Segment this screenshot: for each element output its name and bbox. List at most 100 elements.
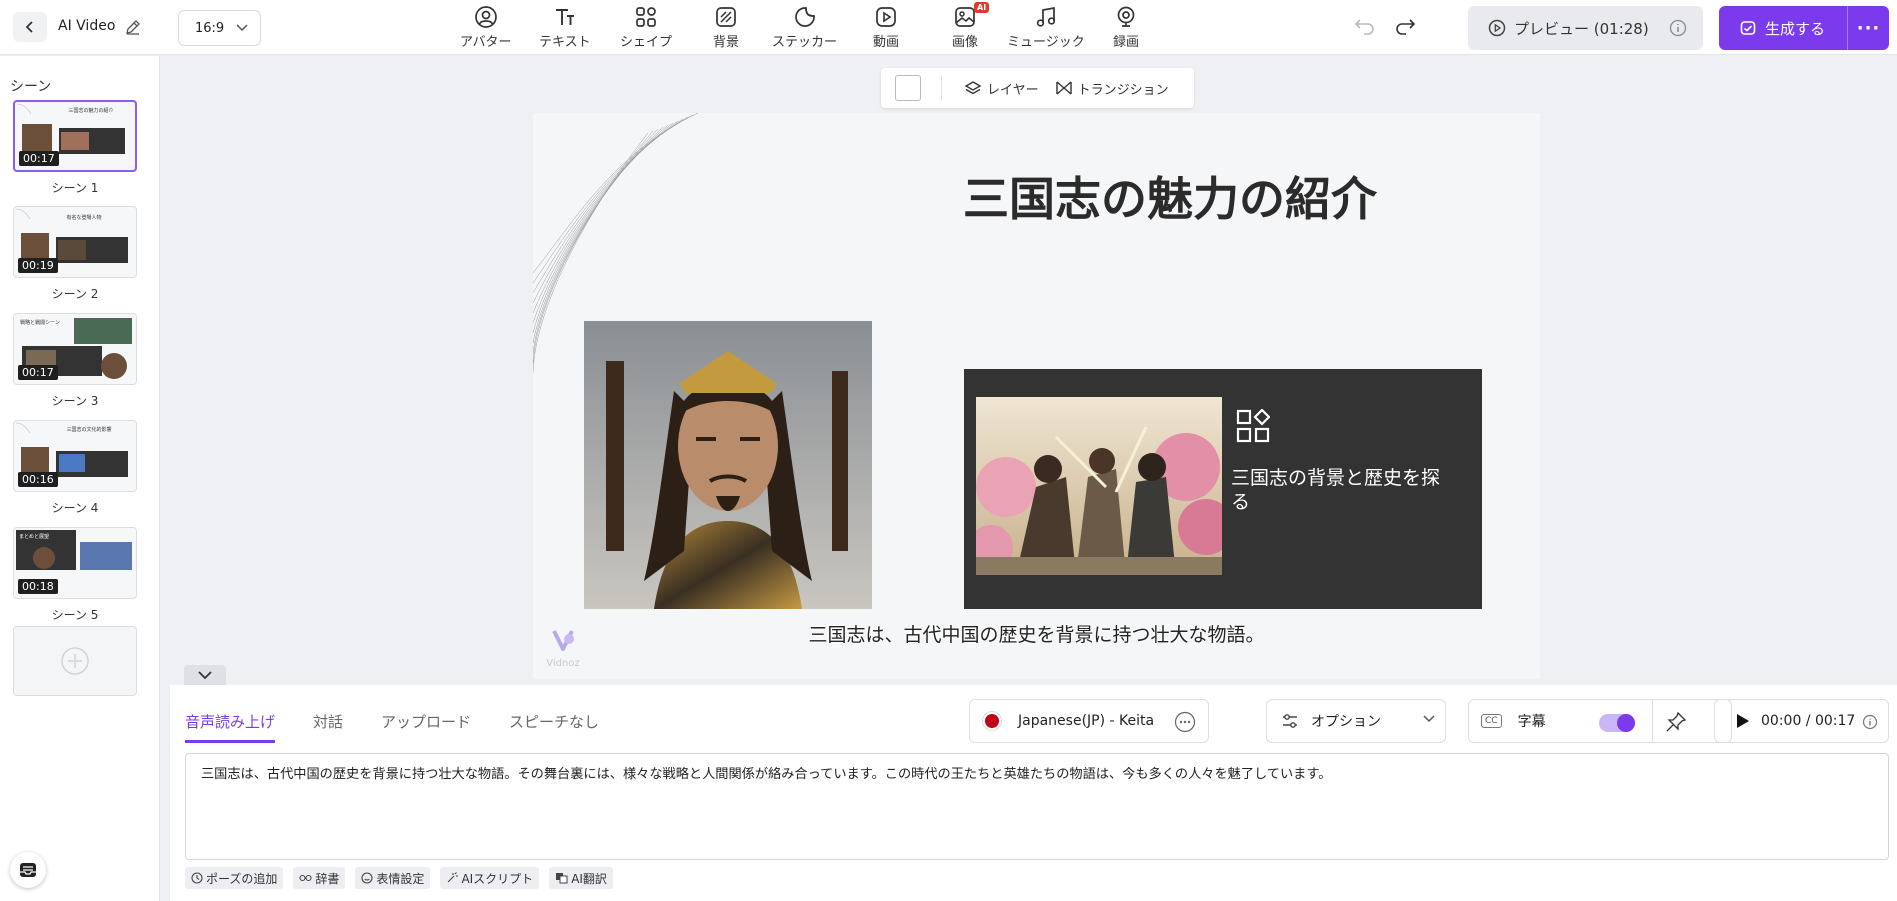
thumb-title: 有名な登場人物	[66, 214, 101, 221]
info-card[interactable]: 三国志の背景と歴史を探る	[964, 369, 1482, 609]
tool-label: アバター	[460, 35, 512, 50]
ai-script-icon	[448, 872, 459, 883]
scene-thumbnail: まとめと展望 00:18	[13, 527, 137, 599]
video-icon	[876, 7, 896, 27]
tool-label: 録画	[1113, 35, 1140, 50]
caption-label: 字幕	[1517, 714, 1546, 730]
scene-item-3[interactable]: 戦略と戦闘シーン 00:17 シーン 3	[13, 313, 137, 409]
background-color-picker[interactable]	[895, 75, 921, 101]
dictionary-button[interactable]: 辞書	[293, 867, 346, 889]
add-pause-button[interactable]: ポーズの追加	[185, 867, 284, 889]
sliders-icon	[1283, 714, 1297, 728]
inbox-icon	[20, 863, 36, 877]
play-icon[interactable]	[1733, 712, 1751, 730]
scene-name: シーン 3	[51, 394, 99, 408]
info-icon[interactable]	[1669, 19, 1687, 37]
back-button[interactable]	[13, 12, 47, 42]
redo-icon[interactable]	[1392, 14, 1418, 40]
grid-shapes-icon	[1236, 409, 1270, 443]
scene-name: シーン 4	[51, 501, 99, 515]
chevron-left-icon	[25, 21, 33, 33]
tool-text[interactable]: テキスト	[539, 4, 591, 50]
aspect-ratio-select[interactable]: 16:9	[178, 10, 261, 46]
avatar-portrait-image[interactable]	[584, 321, 872, 609]
chevron-down-icon	[1423, 715, 1435, 723]
transition-button[interactable]: トランジション	[1055, 79, 1169, 98]
voice-select[interactable]: Japanese(JP) - Keita	[969, 699, 1209, 743]
top-bar: AI Video 16:9 アバター テキスト シェイプ 背景 ステッカー 動画…	[0, 0, 1897, 55]
inbox-button[interactable]	[10, 852, 46, 888]
more-options-button[interactable]: ···	[1848, 18, 1889, 39]
ai-script-button[interactable]: AIスクリプト	[440, 867, 540, 889]
tool-avatar[interactable]: アバター	[460, 4, 511, 50]
thumb-title: 三国志の魅力の紹介	[68, 107, 113, 114]
expression-settings-button[interactable]: 表情設定	[355, 867, 431, 889]
card-text[interactable]: 三国志の背景と歴史を探る	[1231, 467, 1456, 515]
shape-icon	[636, 7, 656, 27]
tool-label: テキスト	[539, 35, 591, 50]
collapse-panel-button[interactable]	[184, 665, 226, 685]
sticker-icon	[794, 7, 815, 27]
thumb-title: 三国志の文化的影響	[66, 426, 111, 433]
thumb-title: まとめと展望	[19, 533, 49, 540]
script-tools: ポーズの追加 辞書 表情設定 AIスクリプト AI翻訳	[185, 867, 613, 889]
caption-toggle[interactable]	[1599, 714, 1635, 732]
pin-icon[interactable]	[1665, 711, 1687, 733]
slide-title[interactable]: 三国志の魅力の紹介	[963, 163, 1377, 229]
tab-no-speech[interactable]: スピーチなし	[509, 711, 599, 743]
tool-video[interactable]: 動画	[873, 4, 899, 50]
tool-label: 画像	[952, 35, 979, 50]
battle-scene-image[interactable]	[976, 397, 1222, 575]
tool-image[interactable]: AI 画像	[952, 2, 990, 50]
dictionary-icon	[299, 874, 312, 882]
scene-thumbnail: 三国志の文化的影響 00:16	[13, 420, 137, 492]
script-textarea[interactable]: 三国志は、古代中国の歴史を背景に持つ壮大な物語。その舞台裏には、様々な戦略と人間…	[185, 753, 1889, 860]
layers-icon	[964, 81, 982, 95]
tab-dialogue[interactable]: 対話	[313, 711, 343, 743]
scene-panel-title: シーン	[10, 79, 52, 95]
scene-name: シーン 1	[51, 181, 99, 195]
ai-translate-button[interactable]: AI翻訳	[549, 867, 613, 889]
tab-upload[interactable]: アップロード	[381, 711, 471, 743]
scene-item-1[interactable]: 三国志の魅力の紹介 00:17 シーン 1	[13, 100, 137, 196]
tool-sticker[interactable]: ステッカー	[772, 4, 837, 50]
caption-control: CC 字幕	[1468, 699, 1732, 743]
generate-main-button[interactable]: 生成する	[1719, 6, 1847, 50]
undo-icon[interactable]	[1352, 14, 1378, 40]
scene-thumbnail: 三国志の魅力の紹介 00:17	[13, 100, 137, 172]
tool-shape[interactable]: シェイプ	[620, 4, 672, 50]
add-scene-button[interactable]	[13, 626, 137, 696]
scene-duration: 00:16	[18, 472, 58, 487]
tool-label: 動画	[873, 35, 900, 50]
options-select[interactable]: オプション	[1266, 699, 1446, 743]
edit-title-icon[interactable]	[123, 17, 143, 37]
scene-item-2[interactable]: 有名な登場人物 00:19 シーン 2	[13, 206, 137, 302]
tool-background[interactable]: 背景	[713, 4, 739, 50]
generate-label: 生成する	[1765, 19, 1826, 38]
music-icon	[1036, 6, 1056, 27]
aspect-ratio-value: 16:9	[195, 20, 225, 36]
scene-thumbnail: 有名な登場人物 00:19	[13, 206, 137, 278]
audio-preview-control: 00:00 / 00:17	[1714, 699, 1889, 743]
scene-item-4[interactable]: 三国志の文化的影響 00:16 シーン 4	[13, 420, 137, 516]
avatar-icon	[474, 6, 497, 28]
tab-text-to-speech[interactable]: 音声読み上げ	[185, 711, 276, 743]
generate-icon	[1740, 21, 1756, 35]
background-icon	[716, 7, 736, 27]
ai-badge: AI	[974, 2, 990, 13]
tool-label: ミュージック	[1007, 35, 1085, 50]
tool-music[interactable]: ミュージック	[1007, 4, 1085, 50]
generate-button: 生成する ···	[1719, 6, 1889, 50]
scene-item-5[interactable]: まとめと展望 00:18 シーン 5	[13, 527, 137, 623]
slide-canvas[interactable]: 三国志の魅力の紹介 三国志の背景と歴史を探る 三国志は、古代中国の歴史を背景に持…	[533, 113, 1540, 679]
options-label: オプション	[1311, 714, 1381, 730]
closed-caption-icon: CC	[1481, 714, 1502, 728]
tool-record[interactable]: 録画	[1113, 4, 1139, 50]
info-icon[interactable]	[1862, 714, 1878, 730]
app-title: AI Video	[58, 18, 116, 34]
layer-button[interactable]: レイヤー	[964, 79, 1039, 98]
slide-subtitle[interactable]: 三国志は、古代中国の歴史を背景に持つ壮大な物語。	[533, 620, 1540, 647]
preview-button[interactable]: プレビュー (01:28)	[1468, 6, 1703, 50]
chevron-down-icon	[198, 670, 212, 679]
more-icon[interactable]	[1174, 711, 1196, 733]
